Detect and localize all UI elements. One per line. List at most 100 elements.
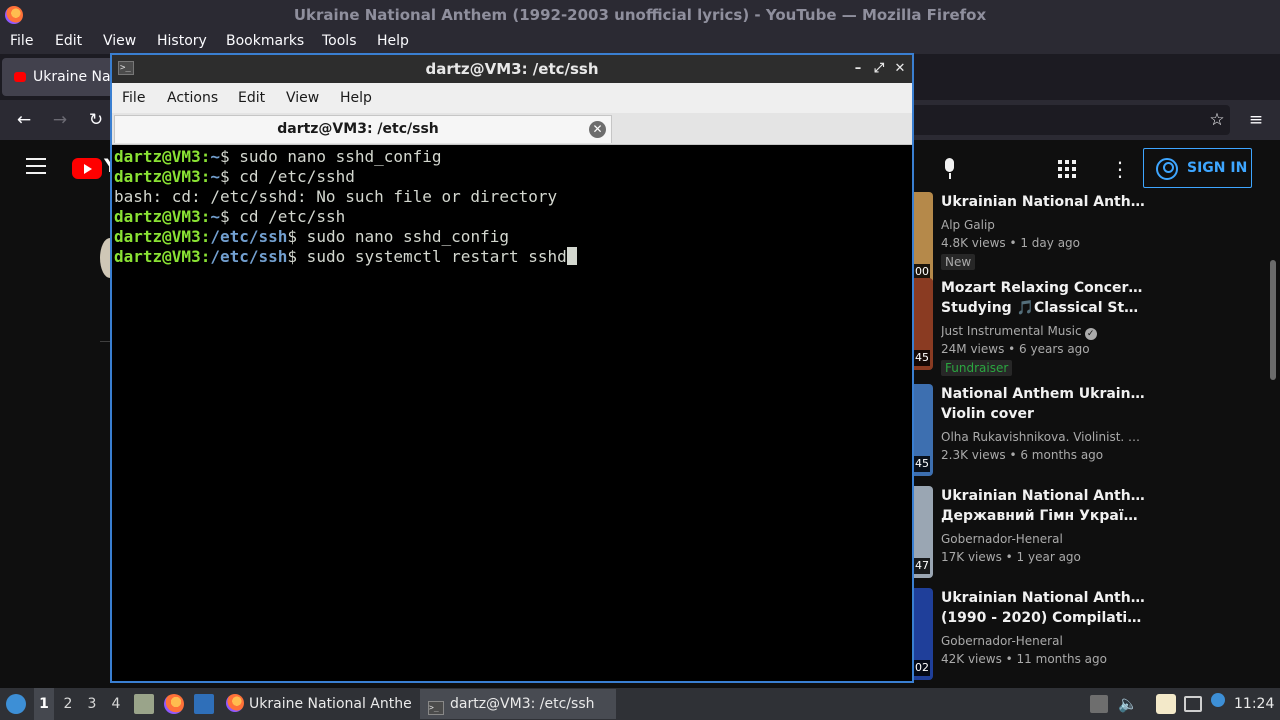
prompt-command: cd /etc/sshd [229,167,355,186]
sign-in-button[interactable]: SIGN IN [1143,148,1252,188]
prompt-command: sudo systemctl restart sshd [297,247,567,266]
firefox-titlebar: Ukraine National Anthem (1992-2003 unoff… [0,0,1280,30]
file-manager-icon[interactable] [134,694,154,714]
terminal-menu-edit[interactable]: Edit [238,83,265,113]
workspace-1[interactable]: 1 [34,688,54,720]
bookmark-star-icon[interactable]: ☆ [1205,108,1229,132]
recommendation-item[interactable]: 00 Ukrainian National Anthem… Alp Galip … [912,192,1152,288]
video-title[interactable]: Ukrainian National Anthem… [941,192,1146,212]
video-duration: 45 [912,456,930,472]
prompt-path: /etc/ssh [210,247,288,266]
video-thumbnail[interactable]: 00 [912,192,933,284]
terminal-line: dartz@VM3:~$ cd /etc/ssh [114,207,910,227]
app-menu-icon[interactable]: ≡ [1244,108,1268,132]
firefox-launcher-icon[interactable] [164,694,184,714]
video-meta: 2.3K views • 6 months ago [941,448,1104,462]
firefox-menu-bookmarks[interactable]: Bookmarks [226,30,304,54]
firefox-tab-youtube[interactable]: Ukraine National Anthem (1992-2003 unoff… [2,58,482,96]
terminal-menu-actions[interactable]: Actions [167,83,218,113]
start-menu-icon[interactable] [6,694,26,714]
video-thumbnail[interactable]: 45 [912,384,933,476]
terminal-menu-help[interactable]: Help [340,83,372,113]
firefox-menu-help[interactable]: Help [377,30,409,54]
channel-name[interactable]: Just Instrumental Music ✓ [941,324,1146,340]
tab-close-icon[interactable]: ✕ [589,121,606,138]
recommendation-item[interactable]: 02 Ukrainian National Anthem (1990 - 202… [912,588,1152,684]
prompt-path: ~ [210,167,220,186]
firefox-menu-tools[interactable]: Tools [322,30,357,54]
task-firefox[interactable]: Ukraine National Anthem (1992-2003 unoff… [222,689,412,719]
video-title[interactable]: Ukrainian National Anthem (1990 - 2020) … [941,588,1146,628]
notification-icon[interactable] [1211,693,1225,707]
url-bar[interactable] [910,105,1230,135]
youtube-logo-icon[interactable] [72,158,102,179]
firefox-menu-edit[interactable]: Edit [55,30,82,54]
channel-name[interactable]: Olha Rukavishnikova. Violinist. Fight… [941,430,1146,444]
workspace-3[interactable]: 3 [82,688,102,720]
video-thumbnail[interactable]: 47 [912,486,933,578]
recommendation-item[interactable]: 45 National Anthem Ukraine - Violin cove… [912,384,1152,480]
terminal-menubar: File Actions Edit View Help [112,83,912,113]
tray-up-icon[interactable] [1090,695,1108,713]
more-options-icon[interactable]: ⋮ [1110,158,1130,180]
close-icon[interactable]: ✕ [892,59,908,79]
prompt-path: ~ [210,207,220,226]
terminal-menu-file[interactable]: File [122,83,145,113]
firefox-menu-history[interactable]: History [157,30,207,54]
forward-arrow-icon[interactable]: → [48,108,72,132]
voice-search-icon[interactable] [935,154,965,184]
terminal-line: dartz@VM3:/etc/ssh$ sudo systemctl resta… [114,247,910,267]
terminal-line: dartz@VM3:/etc/ssh$ sudo nano sshd_confi… [114,227,910,247]
video-duration: 45 [912,350,930,366]
firefox-menu-file[interactable]: File [10,30,33,54]
video-title[interactable]: Ukrainian National Anthem - Державний Гі… [941,486,1146,526]
task-terminal[interactable]: >_ dartz@VM3: /etc/ssh [420,689,616,719]
prompt-user: dartz@VM3 [114,247,201,266]
video-thumbnail[interactable]: 45 [912,278,933,370]
channel-name-text: Just Instrumental Music [941,324,1082,338]
workspace-2[interactable]: 2 [58,688,78,720]
desktop-icon[interactable] [194,694,214,714]
video-title-line: (1990 - 2020) Compilation [941,610,1146,626]
recommendation-item[interactable]: 45 Mozart Relaxing Concerto for Studying… [912,278,1152,376]
video-title[interactable]: National Anthem Ukraine - Violin cover [941,384,1146,424]
prompt-command: cd /etc/ssh [229,207,346,226]
channel-name[interactable]: Gobernador-Heneral [941,532,1146,546]
terminal-output[interactable]: dartz@VM3:~$ sudo nano sshd_config dartz@… [114,147,910,681]
video-title-line: Ukrainian National Anthem - [941,488,1146,504]
prompt-user: dartz@VM3 [114,227,201,246]
channel-name[interactable]: Gobernador-Heneral [941,634,1146,648]
prompt-separator: : [200,207,211,226]
video-duration: 47 [912,558,930,574]
recommendation-item[interactable]: 47 Ukrainian National Anthem - Державний… [912,486,1152,582]
firefox-menu-view[interactable]: View [103,30,136,54]
apps-grid-icon[interactable] [1058,160,1076,178]
channel-name[interactable]: Alp Galip [941,218,1146,232]
terminal-menu-view[interactable]: View [286,83,319,113]
terminal-line: dartz@VM3:~$ cd /etc/sshd [114,167,910,187]
back-arrow-icon[interactable]: ← [12,108,36,132]
video-duration: 02 [912,660,930,676]
firefox-task-icon [226,694,244,712]
maximize-icon[interactable]: ⤢ [871,59,887,79]
terminal-tabbar: dartz@VM3: /etc/ssh ✕ [112,113,912,145]
taskbar: 1 2 3 4 Ukraine National Anthem (1992-20… [0,688,1280,720]
screen-icon[interactable] [1184,696,1202,712]
video-title[interactable]: Mozart Relaxing Concerto for Studying 🎵C… [941,278,1146,318]
page-scrollbar[interactable] [1270,260,1276,380]
video-thumbnail[interactable]: 02 [912,588,933,680]
youtube-menu-icon[interactable] [26,158,46,174]
volume-icon[interactable]: 🔈 [1118,694,1138,714]
reload-icon[interactable]: ↻ [84,108,108,132]
video-meta: 17K views • 1 year ago [941,550,1081,564]
workspace-4[interactable]: 4 [106,688,126,720]
video-title-line: Ukrainian National Anthem… [941,194,1146,210]
video-title-line: Ukrainian National Anthem [941,590,1146,606]
minimize-icon[interactable]: – [850,59,866,79]
terminal-titlebar[interactable]: >_ dartz@VM3: /etc/ssh – ⤢ ✕ [112,55,912,83]
prompt-separator: : [200,167,211,186]
prompt-separator: : [200,227,211,246]
terminal-line: dartz@VM3:~$ sudo nano sshd_config [114,147,910,167]
terminal-tab[interactable]: dartz@VM3: /etc/ssh ✕ [114,115,612,143]
clipboard-icon[interactable] [1156,694,1176,714]
